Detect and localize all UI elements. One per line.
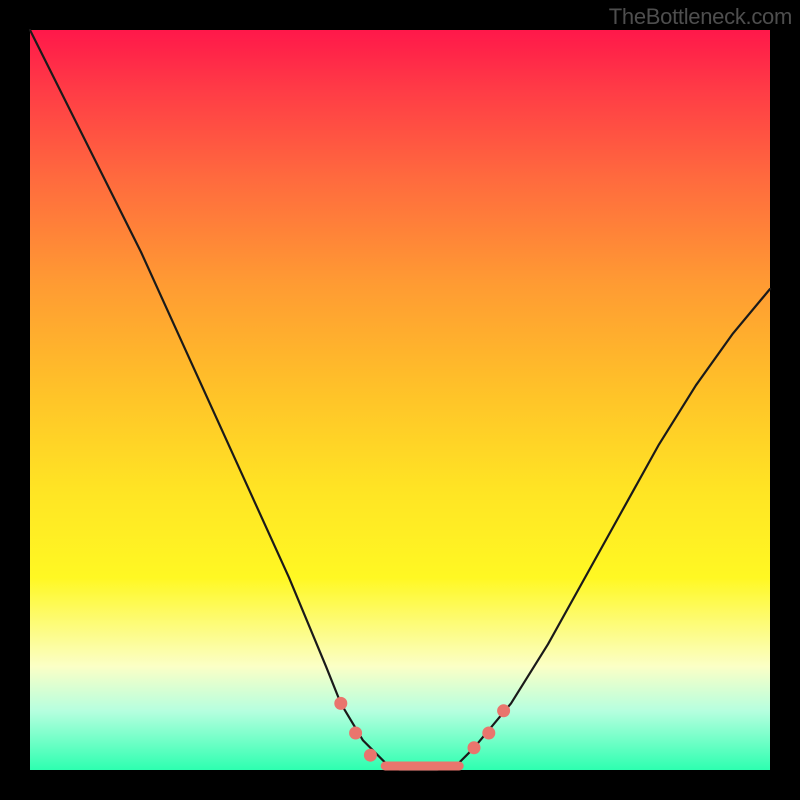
marker-dot [497, 704, 510, 717]
plot-area [30, 30, 770, 770]
marker-dot [364, 749, 377, 762]
marker-dot [482, 727, 495, 740]
bottleneck-chart [30, 30, 770, 770]
marker-dot [334, 697, 347, 710]
bottleneck-curve [30, 30, 770, 770]
marker-dot [468, 741, 481, 754]
marker-dot [349, 727, 362, 740]
outer-frame: TheBottleneck.com [0, 0, 800, 800]
marker-dots [334, 697, 510, 762]
attribution-text: TheBottleneck.com [609, 4, 792, 30]
